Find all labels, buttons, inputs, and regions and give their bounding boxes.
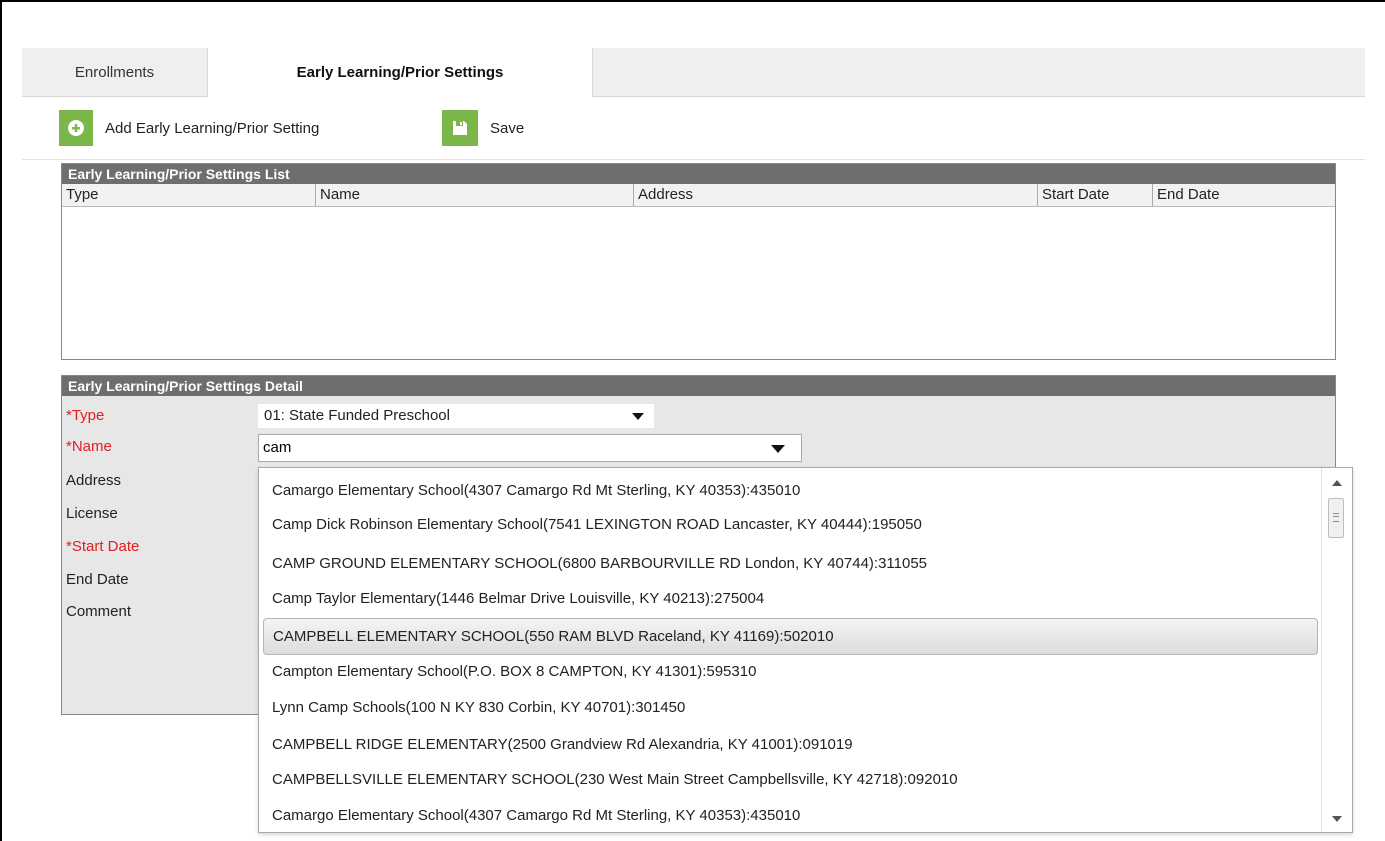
settings-list-title: Early Learning/Prior Settings List [62, 164, 1335, 184]
tab-bar: Enrollments Early Learning/Prior Setting… [22, 48, 1365, 97]
license-label: License [66, 505, 118, 522]
window-top-border [0, 0, 1385, 2]
dropdown-option[interactable]: Lynn Camp Schools(100 N KY 830 Corbin, K… [263, 693, 1318, 723]
tab-early-learning-prior-settings[interactable]: Early Learning/Prior Settings [207, 48, 593, 97]
name-label: *Name [66, 438, 112, 455]
column-start-date[interactable]: Start Date [1038, 184, 1153, 206]
column-address[interactable]: Address [634, 184, 1038, 206]
scroll-up-arrow-icon[interactable] [1332, 480, 1342, 486]
save-button-label: Save [490, 119, 525, 137]
dropdown-option[interactable]: Camp Dick Robinson Elementary School(754… [263, 510, 1318, 540]
end-date-label: End Date [66, 571, 129, 588]
add-circle-icon [59, 110, 93, 146]
scroll-down-arrow-icon[interactable] [1332, 816, 1342, 822]
dropdown-option[interactable]: Campton Elementary School(P.O. BOX 8 CAM… [263, 657, 1318, 687]
settings-detail-title: Early Learning/Prior Settings Detail [62, 376, 1335, 396]
comment-label: Comment [66, 603, 132, 620]
add-button-label: Add Early Learning/Prior Setting [105, 119, 320, 137]
name-combobox[interactable] [258, 434, 802, 462]
type-label: *Type [66, 407, 105, 424]
toolbar: Add Early Learning/Prior Setting Save [22, 97, 1365, 160]
add-early-learning-button[interactable]: Add Early Learning/Prior Setting [59, 110, 319, 146]
save-disk-icon [442, 110, 478, 146]
dropdown-option[interactable]: CAMP GROUND ELEMENTARY SCHOOL(6800 BARBO… [263, 549, 1318, 579]
dropdown-scrollbar[interactable] [1321, 468, 1352, 832]
column-name[interactable]: Name [316, 184, 634, 206]
settings-list-header: Type Name Address Start Date End Date [62, 184, 1335, 207]
scrollbar-thumb[interactable] [1328, 498, 1344, 538]
name-autocomplete-dropdown: Camargo Elementary School(4307 Camargo R… [258, 467, 1353, 833]
settings-list-panel: Early Learning/Prior Settings List Type … [61, 163, 1336, 360]
column-type[interactable]: Type [62, 184, 316, 206]
dropdown-option[interactable]: Camp Taylor Elementary(1446 Belmar Drive… [263, 584, 1318, 614]
name-input[interactable] [259, 435, 747, 459]
chevron-down-icon[interactable] [771, 445, 785, 453]
dropdown-option[interactable]: CAMPBELLSVILLE ELEMENTARY SCHOOL(230 Wes… [263, 765, 1318, 795]
column-end-date[interactable]: End Date [1153, 184, 1335, 206]
type-select[interactable]: 01: State Funded Preschool [258, 404, 654, 428]
dropdown-option[interactable]: CAMPBELL RIDGE ELEMENTARY(2500 Grandview… [263, 730, 1318, 760]
start-date-label: *Start Date [66, 538, 140, 555]
dropdown-option[interactable]: Camargo Elementary School(4307 Camargo R… [263, 801, 1318, 831]
window-left-border [0, 0, 2, 841]
chevron-down-icon [632, 413, 644, 420]
dropdown-option[interactable]: Camargo Elementary School(4307 Camargo R… [263, 476, 1318, 506]
tab-enrollments[interactable]: Enrollments [22, 48, 207, 96]
address-label: Address [66, 472, 122, 489]
dropdown-option-highlighted[interactable]: CAMPBELL ELEMENTARY SCHOOL(550 RAM BLVD … [263, 618, 1318, 655]
type-select-value: 01: State Funded Preschool [264, 407, 450, 424]
save-button[interactable]: Save [442, 110, 524, 146]
